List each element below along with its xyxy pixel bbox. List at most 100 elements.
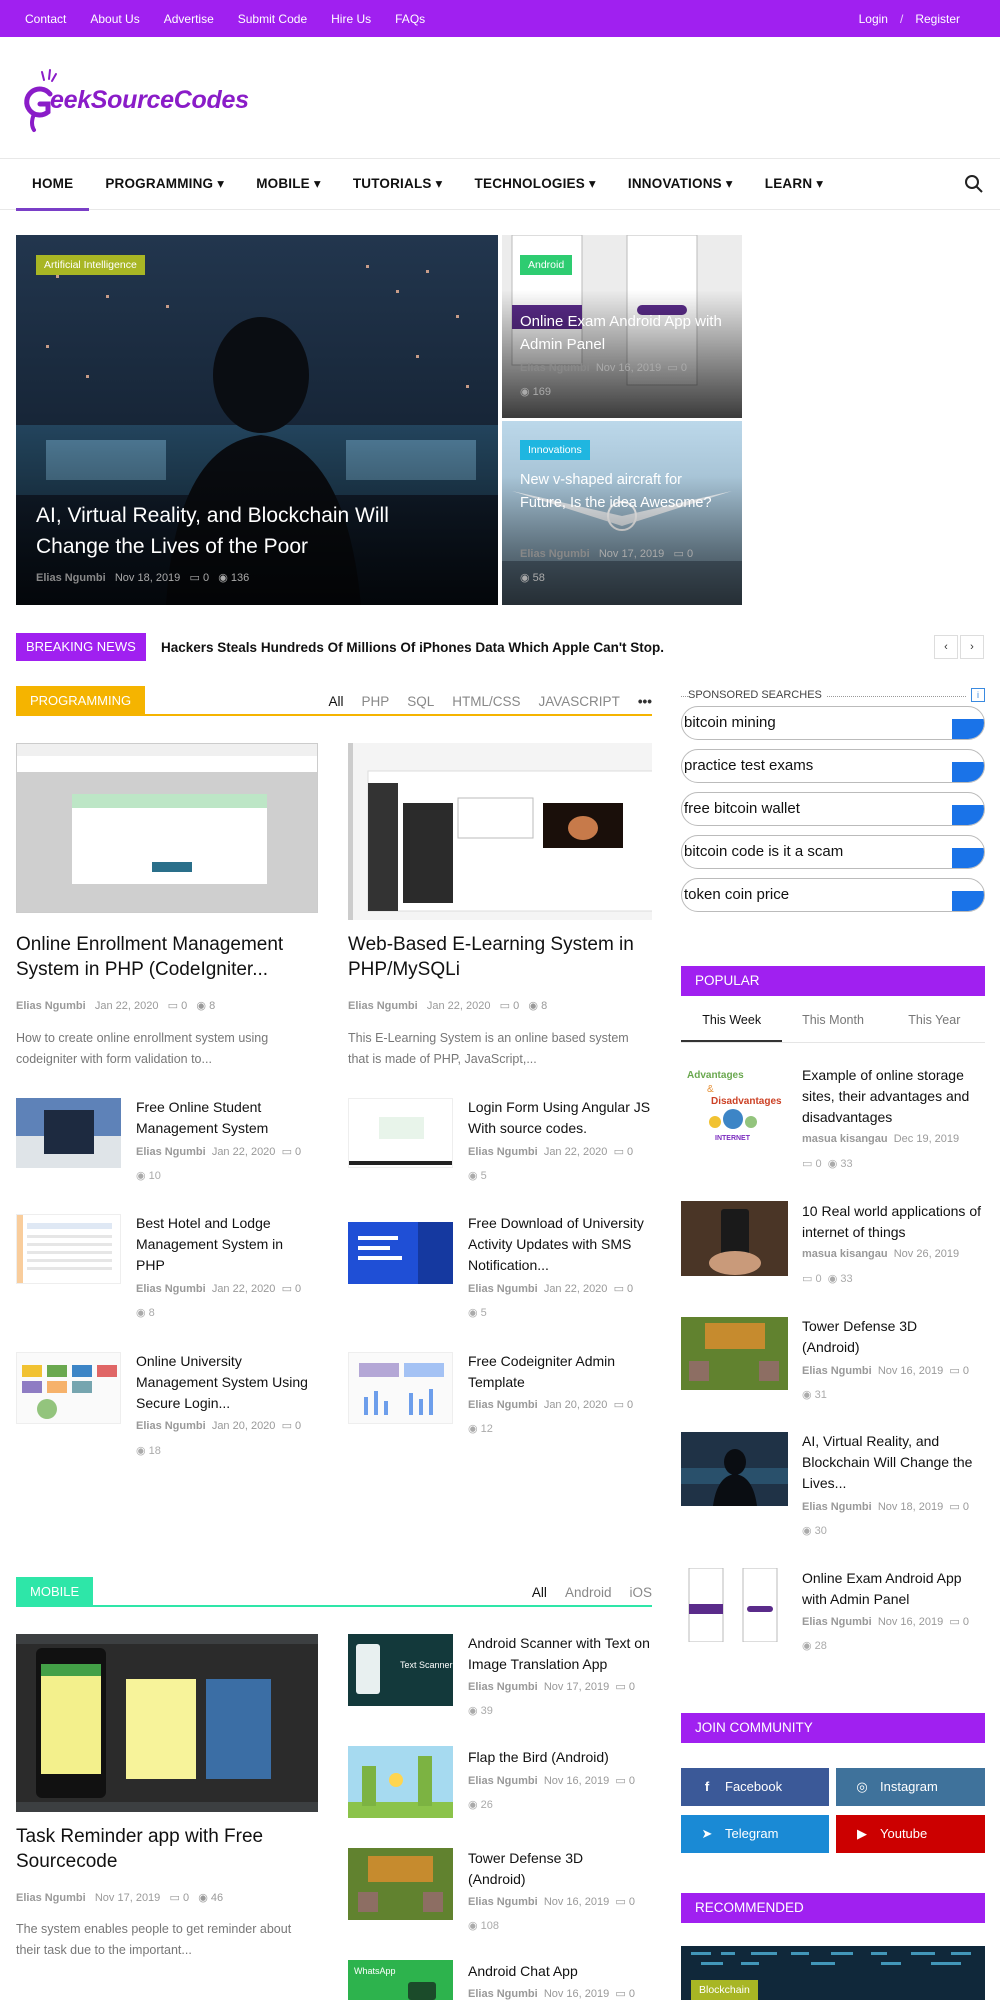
hero-sm2-category[interactable]: Innovations (520, 440, 590, 460)
more-tabs-icon[interactable]: ••• (638, 694, 652, 709)
post-title[interactable]: Web-Based E-Learning System in PHP/MySQL… (348, 932, 658, 982)
tab-all[interactable]: All (532, 1585, 547, 1600)
recommended-category[interactable]: Blockchain (691, 1980, 758, 2000)
tab-sql[interactable]: SQL (407, 694, 434, 709)
post-thumbnail[interactable]: Advantages & Disadvantages INTERNET (681, 1064, 788, 1142)
post-title[interactable]: 10 Real world applications of internet o… (802, 1201, 988, 1243)
nav-programming[interactable]: PROGRAMMING ▾ (89, 159, 240, 211)
post-title[interactable]: Free Codeigniter Admin Template (468, 1351, 653, 1393)
post-thumbnail[interactable] (348, 1098, 453, 1168)
nav-innovations[interactable]: INNOVATIONS ▾ (612, 159, 749, 211)
post-author[interactable]: Elias Ngumbi (468, 1283, 538, 1295)
top-link-faqs[interactable]: FAQs (395, 12, 425, 26)
post-author[interactable]: Elias Ngumbi (802, 1365, 872, 1377)
post-title[interactable]: Flap the Bird (Android) (468, 1747, 658, 1768)
programming-label[interactable]: PROGRAMMING (16, 686, 146, 716)
sponsored-search-item[interactable]: bitcoin mining (681, 706, 985, 740)
top-link-contact[interactable]: Contact (25, 12, 66, 26)
telegram-button[interactable]: ➤ Telegram (681, 1815, 829, 1853)
post-author[interactable]: Elias Ngumbi (468, 1681, 538, 1693)
hero-post-android[interactable]: Android Online Exam Android App with Adm… (502, 235, 742, 418)
top-link-hire-us[interactable]: Hire Us (331, 12, 371, 26)
post-title[interactable]: Tower Defense 3D (Android) (802, 1316, 942, 1358)
post-title[interactable]: Android Chat App (468, 1961, 658, 1982)
post-author[interactable]: Elias Ngumbi (136, 1146, 206, 1158)
tab-html-css[interactable]: HTML/CSS (452, 694, 520, 709)
post-thumbnail[interactable]: WhatsApp (348, 1960, 453, 2000)
tab-this-week[interactable]: This Week (681, 1005, 783, 1042)
post-author[interactable]: Elias Ngumbi (468, 1399, 538, 1411)
post-author[interactable]: Elias Ngumbi (136, 1283, 206, 1295)
hero-featured-post[interactable]: Artificial Intelligence AI, Virtual Real… (16, 235, 498, 605)
breaking-news-headline[interactable]: Hackers Steals Hundreds Of Millions Of i… (161, 640, 664, 655)
top-link-about[interactable]: About Us (90, 12, 139, 26)
post-thumbnail[interactable] (16, 1098, 121, 1168)
hero-post-innovations[interactable]: Innovations New v-shaped aircraft for Fu… (502, 421, 742, 605)
hero-sm2-title[interactable]: New v-shaped aircraft for Future, Is the… (520, 469, 720, 515)
post-title[interactable]: Free Online Student Management System (136, 1097, 311, 1139)
tab-this-year[interactable]: This Year (884, 1005, 985, 1042)
post-thumbnail[interactable] (348, 743, 652, 920)
post-title[interactable]: Online Enrollment Management System in P… (16, 932, 318, 982)
sponsored-search-item[interactable]: token coin price (681, 878, 985, 912)
info-icon[interactable]: i (971, 688, 985, 702)
hero-sm2-author[interactable]: Elias Ngumbi (520, 548, 590, 560)
post-title[interactable]: Task Reminder app with Free Sourcecode (16, 1824, 318, 1874)
post-thumbnail[interactable] (348, 1746, 453, 1818)
post-thumbnail[interactable] (16, 1352, 121, 1424)
post-thumbnail[interactable] (348, 1848, 453, 1920)
search-icon[interactable] (964, 174, 984, 194)
nav-learn[interactable]: LEARN ▾ (749, 159, 839, 211)
hero-category-badge[interactable]: Artificial Intelligence (36, 255, 145, 275)
post-author[interactable]: Elias Ngumbi (16, 1000, 86, 1012)
post-thumbnail[interactable] (16, 1634, 318, 1812)
tab-ios[interactable]: iOS (629, 1585, 652, 1600)
hero-author[interactable]: Elias Ngumbi (36, 572, 106, 584)
post-thumbnail[interactable]: Text Scanner (348, 1634, 453, 1706)
sponsored-search-item[interactable]: practice test exams (681, 749, 985, 783)
post-thumbnail[interactable] (16, 743, 318, 913)
post-author[interactable]: masua kisangau (802, 1133, 888, 1145)
top-link-advertise[interactable]: Advertise (164, 12, 214, 26)
post-thumbnail[interactable] (681, 1568, 788, 1642)
nav-mobile[interactable]: MOBILE ▾ (240, 159, 337, 211)
post-thumbnail[interactable] (681, 1317, 788, 1390)
hero-sm1-author[interactable]: Elias Ngumbi (520, 362, 590, 374)
post-title[interactable]: Online University Management System Usin… (136, 1351, 321, 1414)
post-title[interactable]: Free Download of University Activity Upd… (468, 1213, 658, 1276)
post-author[interactable]: Elias Ngumbi (468, 1146, 538, 1158)
post-author[interactable]: Elias Ngumbi (802, 1616, 872, 1628)
facebook-button[interactable]: f Facebook (681, 1768, 829, 1806)
register-link[interactable]: Register (915, 12, 960, 26)
site-logo[interactable]: eekSourceCodes (20, 64, 320, 134)
instagram-button[interactable]: ◎ Instagram (836, 1768, 985, 1806)
login-link[interactable]: Login (859, 12, 888, 26)
post-title[interactable]: Best Hotel and Lodge Management System i… (136, 1213, 311, 1276)
tab-php[interactable]: PHP (362, 694, 390, 709)
top-link-submit-code[interactable]: Submit Code (238, 12, 307, 26)
mobile-label[interactable]: MOBILE (16, 1577, 94, 1607)
hero-sm1-category[interactable]: Android (520, 255, 573, 275)
post-author[interactable]: Elias Ngumbi (468, 1896, 538, 1908)
post-title[interactable]: Example of online storage sites, their a… (802, 1065, 988, 1128)
post-thumbnail[interactable] (681, 1432, 788, 1506)
breaking-next-button[interactable]: › (960, 635, 984, 659)
tab-javascript[interactable]: JAVASCRIPT (539, 694, 620, 709)
post-thumbnail[interactable] (348, 1222, 453, 1284)
post-thumbnail[interactable] (681, 1201, 788, 1276)
nav-home[interactable]: HOME (16, 159, 90, 211)
post-author[interactable]: masua kisangau (802, 1248, 888, 1260)
tab-all[interactable]: All (328, 694, 343, 709)
sponsored-search-item[interactable]: bitcoin code is it a scam (681, 835, 985, 869)
post-title[interactable]: Tower Defense 3D (Android) (468, 1848, 638, 1890)
post-title[interactable]: Online Exam Android App with Admin Panel (802, 1568, 988, 1610)
nav-tutorials[interactable]: TUTORIALS ▾ (337, 159, 459, 211)
post-author[interactable]: Elias Ngumbi (802, 1501, 872, 1513)
nav-technologies[interactable]: TECHNOLOGIES ▾ (459, 159, 612, 211)
post-author[interactable]: Elias Ngumbi (468, 1775, 538, 1787)
breaking-prev-button[interactable]: ‹ (934, 635, 958, 659)
post-author[interactable]: Elias Ngumbi (468, 1988, 538, 2000)
post-title[interactable]: Login Form Using Angular JS With source … (468, 1097, 653, 1139)
post-thumbnail[interactable] (348, 1352, 453, 1424)
tab-this-month[interactable]: This Month (782, 1005, 883, 1042)
